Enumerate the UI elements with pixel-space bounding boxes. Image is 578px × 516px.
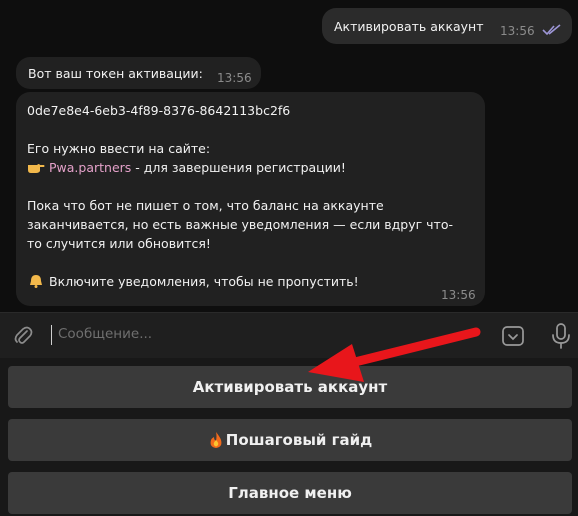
outgoing-message-text: Активировать аккаунт	[334, 19, 484, 34]
incoming-message[interactable]: Вот ваш токен активации: 13:56	[16, 57, 261, 89]
message-line: Его нужно ввести на сайте:	[27, 141, 211, 156]
message-time: 13:56	[217, 71, 252, 85]
reply-keyboard: Активировать аккаунт Пошаговый гайд Глав…	[0, 358, 578, 516]
bell-icon	[30, 275, 42, 288]
incoming-message-text: Вот ваш токен активации:	[28, 66, 203, 81]
message-composer: Сообщение...	[0, 312, 578, 358]
step-guide-button[interactable]: Пошаговый гайд	[8, 419, 572, 461]
outgoing-message[interactable]: Активировать аккаунт 13:56	[322, 8, 572, 44]
chat-area: Активировать аккаунт 13:56 Вот ваш токен…	[0, 0, 578, 312]
message-line: Пока что бот не пишет о том, что баланс …	[27, 198, 384, 213]
message-line: - для завершения регистрации!	[131, 160, 346, 175]
paperclip-icon[interactable]	[12, 325, 34, 347]
fire-icon	[210, 432, 222, 448]
double-check-icon	[542, 24, 561, 36]
button-label: Главное меню	[228, 484, 352, 502]
main-menu-button[interactable]: Главное меню	[8, 472, 572, 514]
text-caret	[51, 325, 52, 345]
message-time: 13:56	[441, 288, 476, 302]
button-label: Активировать аккаунт	[192, 378, 388, 396]
message-line: заканчивается, но есть важные уведомлени…	[27, 217, 453, 232]
activate-account-button[interactable]: Активировать аккаунт	[8, 366, 572, 408]
notification-notice: Включите уведомления, чтобы не пропустит…	[49, 274, 359, 289]
pwa-partners-link[interactable]: Pwa.partners	[49, 160, 131, 175]
microphone-icon[interactable]	[550, 322, 572, 350]
finger-pointing-right-icon	[28, 164, 45, 173]
message-time: 13:56	[500, 24, 535, 38]
keyboard-toggle-icon[interactable]	[501, 324, 525, 348]
message-line: то случится или обновится!	[27, 236, 211, 251]
incoming-message[interactable]: 0de7e8e4-6eb3-4f89-8376-8642113bc2f6 Его…	[16, 92, 485, 306]
button-label: Пошаговый гайд	[225, 431, 373, 449]
activation-token[interactable]: 0de7e8e4-6eb3-4f89-8376-8642113bc2f6	[27, 101, 474, 120]
message-input[interactable]: Сообщение...	[58, 326, 152, 342]
